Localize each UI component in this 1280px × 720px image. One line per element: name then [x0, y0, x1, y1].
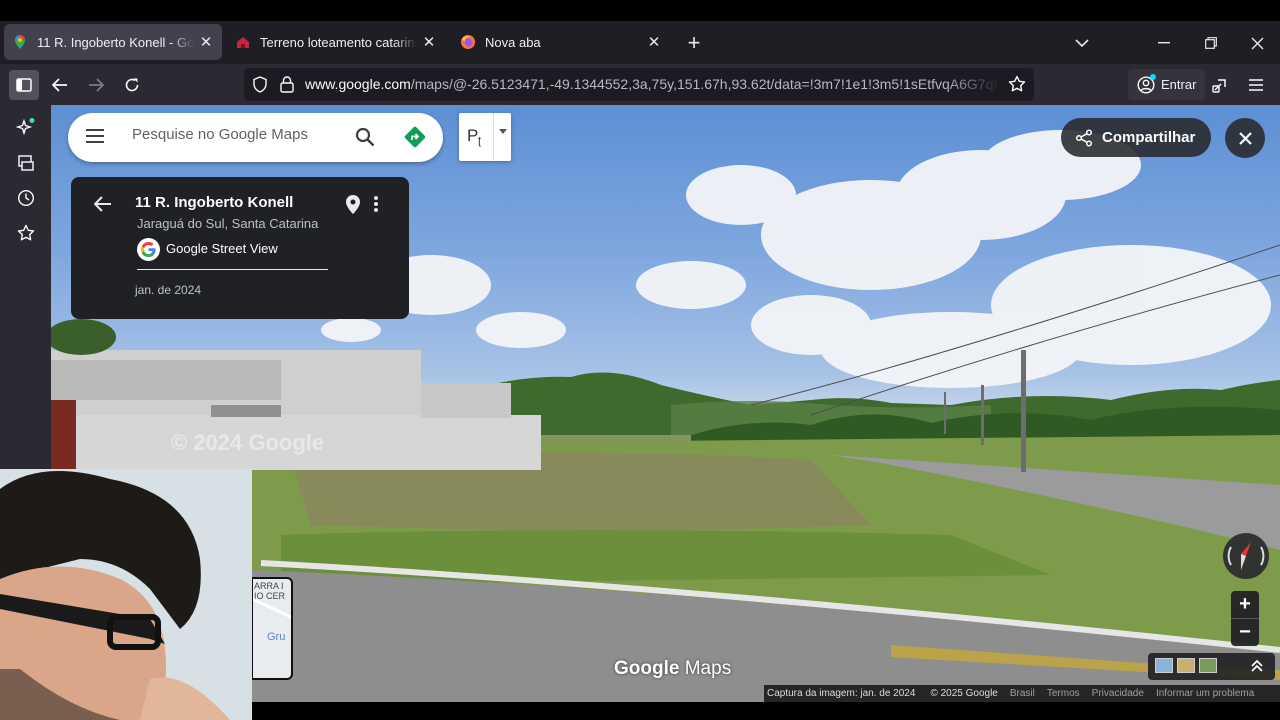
url-path: /maps/@-26.5123471,-49.1344552,3a,75y,15… — [410, 76, 1000, 92]
thumbnail-3[interactable] — [1199, 658, 1217, 673]
minimize-window-icon[interactable] — [1150, 29, 1178, 57]
divider — [137, 269, 328, 270]
share-button[interactable]: Compartilhar — [1061, 118, 1211, 157]
report-problem-link[interactable]: Informar um problema — [1156, 688, 1254, 699]
street-view-source-link[interactable]: Google Street View — [166, 241, 278, 256]
close-window-icon[interactable] — [1243, 29, 1271, 57]
copyright: © 2025 Google — [930, 688, 998, 699]
share-label: Compartilhar — [1102, 129, 1196, 146]
mini-map[interactable]: ARRA I IO CER Gru — [251, 577, 293, 680]
zoom-in-button[interactable]: + — [1231, 591, 1259, 618]
account-icon — [1137, 73, 1156, 94]
close-street-view-button[interactable] — [1225, 118, 1265, 158]
forward-arrow-icon[interactable] — [81, 70, 111, 100]
synced-tabs-icon[interactable] — [12, 149, 40, 177]
list-all-tabs-icon[interactable] — [1068, 29, 1096, 57]
google-maps-favicon-icon — [12, 34, 28, 50]
tab-title: 11 R. Ingoberto Konell - Google Maps — [37, 34, 194, 50]
street-view-watermark: © 2024 Google — [171, 430, 324, 455]
search-input[interactable] — [132, 126, 342, 143]
expand-chevron-icon[interactable] — [1251, 659, 1263, 678]
privacy-link[interactable]: Privacidade — [1092, 688, 1144, 699]
bookmarks-star-icon[interactable] — [12, 219, 40, 247]
house-favicon-icon — [235, 34, 251, 50]
tab-terreno[interactable]: Terreno loteamento catarina de Jaraguá d… — [227, 24, 445, 60]
thumbnail-1[interactable] — [1155, 658, 1173, 673]
map-pin-icon[interactable] — [346, 195, 360, 219]
lock-icon[interactable] — [280, 76, 294, 98]
share-icon — [1075, 128, 1093, 147]
street-view-info-card: 11 R. Ingoberto Konell Jaraguá do Sul, S… — [71, 177, 409, 319]
google-maps-logo: Google Maps — [614, 658, 731, 680]
capture-info: Captura da imagem: jan. de 2024 — [767, 688, 916, 699]
logo-google: Google — [614, 658, 680, 679]
google-g-icon — [137, 238, 160, 261]
address-title: 11 R. Ingoberto Konell — [135, 194, 294, 211]
url-host: www.google.com — [305, 76, 411, 92]
pegman-label: P — [467, 126, 479, 145]
maps-search-box — [68, 113, 443, 162]
bookmark-star-icon[interactable] — [1008, 75, 1026, 98]
terms-link[interactable]: Termos — [1047, 688, 1080, 699]
thumbnail-2[interactable] — [1177, 658, 1195, 673]
search-icon[interactable] — [355, 127, 375, 152]
close-icon — [1238, 131, 1252, 145]
url-text[interactable]: www.google.com/maps/@-26.5123471,-49.134… — [305, 76, 1000, 92]
signin-label: Entrar — [1161, 77, 1197, 92]
capture-date[interactable]: jan. de 2024 — [135, 283, 201, 297]
compass-needle-icon — [1227, 542, 1265, 570]
minimap-label-1: ARRA I — [254, 581, 284, 591]
imagery-thumbnails-strip — [1148, 653, 1275, 680]
restore-window-icon[interactable] — [1197, 29, 1225, 57]
ai-chatbot-sparkle-icon[interactable] — [12, 113, 40, 141]
zoom-control: + − — [1231, 591, 1259, 646]
dropdown-caret-icon[interactable] — [493, 113, 511, 161]
map-footer: Captura da imagem: jan. de 2024 © 2025 G… — [764, 685, 1280, 702]
tab-nova-aba[interactable]: Nova aba ✕ — [452, 24, 670, 60]
country-link[interactable]: Brasil — [1010, 688, 1035, 699]
tracking-protection-shield-icon[interactable] — [252, 76, 268, 98]
tab-title: Nova aba — [485, 34, 541, 50]
tab-google-maps[interactable]: 11 R. Ingoberto Konell - Google Maps ✕ — [4, 24, 222, 60]
browser-tab-bar: 11 R. Ingoberto Konell - Google Maps ✕ T… — [0, 21, 1280, 64]
minimap-label-3: Gru — [267, 631, 286, 643]
street-view-mode-button[interactable]: P ʈ — [459, 113, 511, 161]
back-arrow-icon[interactable] — [93, 196, 112, 217]
extensions-icon[interactable] — [1205, 70, 1235, 100]
screen-bottom-strip — [252, 702, 1280, 720]
logo-maps: Maps — [684, 658, 732, 679]
new-tab-icon[interactable]: + — [680, 29, 708, 57]
browser-sidebar — [0, 105, 51, 470]
tab-close-icon[interactable]: ✕ — [646, 33, 662, 51]
history-clock-icon[interactable] — [12, 184, 40, 212]
back-arrow-icon[interactable] — [45, 70, 75, 100]
tab-close-icon[interactable]: ✕ — [198, 33, 214, 51]
tab-close-icon[interactable]: ✕ — [421, 33, 437, 51]
address-subtitle: Jaraguá do Sul, Santa Catarina — [137, 216, 319, 231]
tab-title: Terreno loteamento catarina de Jaraguá d… — [260, 34, 417, 50]
screen-top-strip — [0, 0, 1280, 21]
street-view-icon: ʈ — [478, 135, 482, 147]
url-bar[interactable]: www.google.com/maps/@-26.5123471,-49.134… — [244, 68, 1034, 101]
sidebar-toggle-icon[interactable] — [9, 70, 39, 100]
app-menu-icon[interactable] — [1241, 70, 1271, 100]
directions-icon[interactable] — [404, 126, 426, 153]
account-signin-button[interactable]: Entrar — [1128, 69, 1206, 100]
zoom-out-button[interactable]: − — [1231, 618, 1259, 645]
hamburger-menu-icon[interactable] — [86, 129, 104, 148]
compass-control[interactable] — [1223, 533, 1269, 579]
more-options-icon[interactable] — [374, 196, 378, 217]
reload-icon[interactable] — [117, 70, 147, 100]
webcam-overlay — [0, 469, 252, 720]
firefox-favicon-icon — [460, 34, 476, 50]
browser-nav-bar: www.google.com/maps/@-26.5123471,-49.134… — [0, 64, 1280, 105]
